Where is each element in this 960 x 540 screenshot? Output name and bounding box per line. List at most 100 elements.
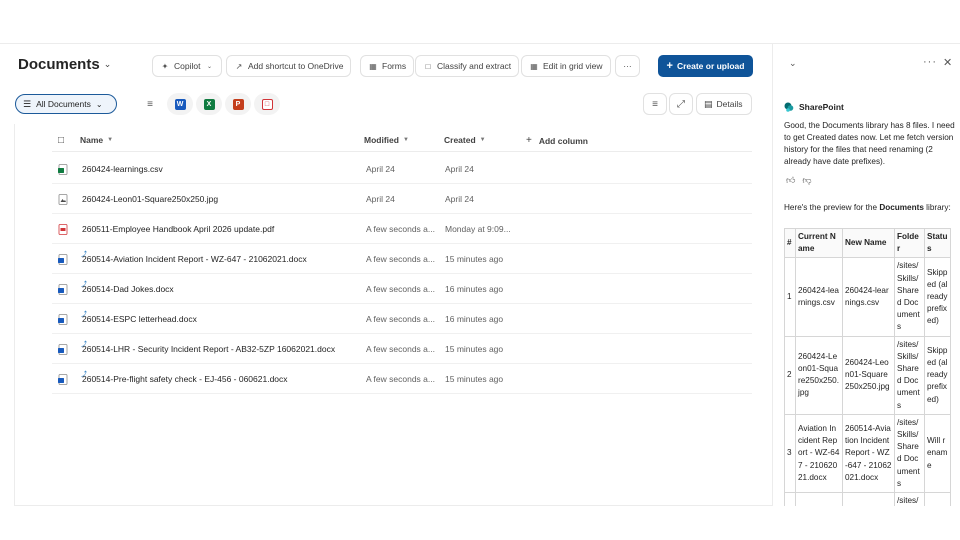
details-label: Details: [716, 99, 743, 109]
filter-button[interactable]: ≡: [137, 93, 163, 115]
table-row[interactable]: ⤴ 260514-Aviation Incident Report - WZ-64…: [52, 244, 752, 274]
preview-end-text: library:: [923, 203, 951, 212]
expand-button[interactable]: ⤢: [669, 93, 693, 115]
preview-column-header: Status: [924, 228, 951, 259]
modified-date: A few seconds a...: [366, 374, 435, 384]
copilot-panel: ⌄ ··· ✕ SharePoint Good, the Documents l…: [772, 44, 960, 506]
table-header: □ Name ▼ Modified ▼ Created ▼ + Add colu…: [52, 128, 752, 152]
copilot-icon: ✦: [161, 61, 169, 71]
preview-intro-text: Here's the preview for the: [784, 203, 880, 212]
page-title: Documents: [18, 56, 100, 73]
powerpoint-icon: P: [232, 98, 244, 110]
preview-cell: Skipped (already prefixed): [924, 257, 951, 337]
preview-cell: Skipped (already prefixed): [924, 335, 951, 415]
excel-icon: X: [203, 98, 215, 110]
feedback-buttons: 👍︎ 👎︎: [786, 175, 812, 186]
file-name[interactable]: 260424-learnings.csv: [82, 164, 163, 174]
grid-icon: ▦: [530, 61, 538, 71]
add-shortcut-label: Add shortcut to OneDrive: [248, 61, 344, 71]
list-view-icon: ☰: [23, 98, 32, 109]
created-date: 15 minutes ago: [445, 344, 504, 354]
close-icon[interactable]: ✕: [943, 56, 952, 69]
name-column-header[interactable]: Name ▼: [80, 135, 113, 145]
name-header-label: Name: [80, 135, 104, 145]
more-options-icon[interactable]: ···: [923, 56, 937, 68]
preview-column-header: Folder: [894, 228, 925, 259]
word-icon: W: [174, 98, 186, 110]
top-strip: [0, 0, 960, 44]
new-powerpoint-button[interactable]: P: [225, 93, 251, 115]
preview-cell: [842, 492, 895, 506]
table-row[interactable]: ⤴ 260514-LHR - Security Incident Report -…: [52, 334, 752, 364]
more-button[interactable]: ···: [615, 55, 640, 77]
forms-button[interactable]: ▦ Forms: [360, 55, 415, 77]
created-date: April 24: [445, 194, 474, 204]
modified-date: A few seconds a...: [366, 254, 435, 264]
modified-header-label: Modified: [364, 135, 399, 145]
new-word-button[interactable]: W: [167, 93, 193, 115]
preview-cell: [784, 492, 796, 506]
thumbs-down-icon[interactable]: 👎︎: [802, 175, 811, 186]
library-title[interactable]: Documents ⌄: [18, 56, 111, 73]
modified-date: A few seconds a...: [366, 314, 435, 324]
modified-date: A few seconds a...: [366, 284, 435, 294]
table-row[interactable]: ⤴ 260514-Pre-flight safety check - EJ-456…: [52, 364, 752, 394]
preview-cell: [924, 492, 951, 506]
new-excel-button[interactable]: X: [196, 93, 222, 115]
add-shortcut-button[interactable]: ↗ Add shortcut to OneDrive: [226, 55, 352, 77]
file-name[interactable]: 260514-ESPC letterhead.docx: [82, 314, 197, 324]
preview-column-header: New Name: [842, 228, 895, 259]
expand-icon: ⤢: [677, 98, 685, 110]
file-name[interactable]: 260514-Aviation Incident Report - WZ-647…: [82, 254, 307, 264]
preview-cell: 260424-learnings.csv: [795, 257, 843, 337]
table-row[interactable]: ⤴ 260514-Dad Jokes.docx A few seconds a...…: [52, 274, 752, 304]
details-button[interactable]: ▤ Details: [696, 93, 752, 115]
document-library: Documents ⌄ ✦ Copilot ⌄ ↗ Add shortcut t…: [0, 44, 772, 506]
chevron-down-icon: ⌄: [103, 59, 112, 69]
view-selector[interactable]: ☰ All Documents ⌄: [15, 94, 117, 114]
preview-cell: 260424-learnings.csv: [842, 257, 895, 337]
thumbs-up-icon[interactable]: 👍︎: [786, 175, 795, 186]
forms-icon: ▦: [369, 61, 377, 71]
modified-column-header[interactable]: Modified ▼: [364, 135, 409, 145]
created-date: Monday at 9:09...: [445, 224, 511, 234]
view-label: All Documents: [36, 99, 91, 109]
file-name[interactable]: 260514-Pre-flight safety check - EJ-456 …: [82, 374, 288, 384]
word-file-icon: [58, 284, 68, 295]
create-upload-label: Create or upload: [676, 61, 745, 71]
file-name[interactable]: 260514-Dad Jokes.docx: [82, 284, 174, 294]
assistant-message: Good, the Documents library has 8 files.…: [784, 121, 955, 166]
word-file-icon: [58, 374, 68, 385]
create-upload-button[interactable]: + Create or upload: [658, 55, 753, 77]
chevron-down-icon: ⌄: [95, 99, 103, 109]
details-icon: ▤: [704, 98, 713, 109]
file-type-header[interactable]: □: [58, 135, 64, 146]
chevron-down-icon: ⌄: [206, 63, 212, 70]
file-name[interactable]: 260511-Employee Handbook April 2026 upda…: [82, 224, 274, 234]
table-row[interactable]: 260511-Employee Handbook April 2026 upda…: [52, 214, 752, 244]
file-name[interactable]: 260514-LHR - Security Incident Report - …: [82, 344, 335, 354]
copilot-button[interactable]: ✦ Copilot ⌄: [152, 55, 223, 77]
classify-button[interactable]: □ Classify and extract: [415, 55, 520, 77]
customize-button[interactable]: ≡: [643, 93, 667, 115]
preview-cell: Will rename: [924, 413, 951, 494]
preview-row: /sites/: [784, 492, 951, 506]
table-row[interactable]: 260424-learnings.csv April 24 April 24: [52, 154, 752, 184]
table-row[interactable]: ⤴ 260514-ESPC letterhead.docx A few second…: [52, 304, 752, 334]
preview-cell: 3: [784, 413, 796, 494]
agent-name: SharePoint: [799, 102, 844, 112]
created-column-header[interactable]: Created ▼: [444, 135, 486, 145]
preview-row: 2 260424-Leon01-Square250x250.jpg 260424-L…: [784, 335, 951, 415]
table-row[interactable]: 260424-Leon01-Square250x250.jpg April 24 A…: [52, 184, 752, 214]
new-pdf-button[interactable]: □: [254, 93, 280, 115]
file-list: 260424-learnings.csv April 24 April 24 2604…: [52, 154, 752, 394]
image-file-icon: [58, 194, 68, 205]
file-name[interactable]: 260424-Leon01-Square250x250.jpg: [82, 194, 218, 204]
created-date: 15 minutes ago: [445, 374, 504, 384]
add-column-button[interactable]: + Add column: [526, 135, 588, 146]
chevron-down-icon[interactable]: ⌄: [789, 58, 797, 69]
chevron-down-icon: ▼: [107, 137, 114, 143]
preview-column-header: Current Name: [795, 228, 843, 259]
grid-view-button[interactable]: ▦ Edit in grid view: [521, 55, 611, 77]
plus-icon: +: [526, 135, 532, 146]
